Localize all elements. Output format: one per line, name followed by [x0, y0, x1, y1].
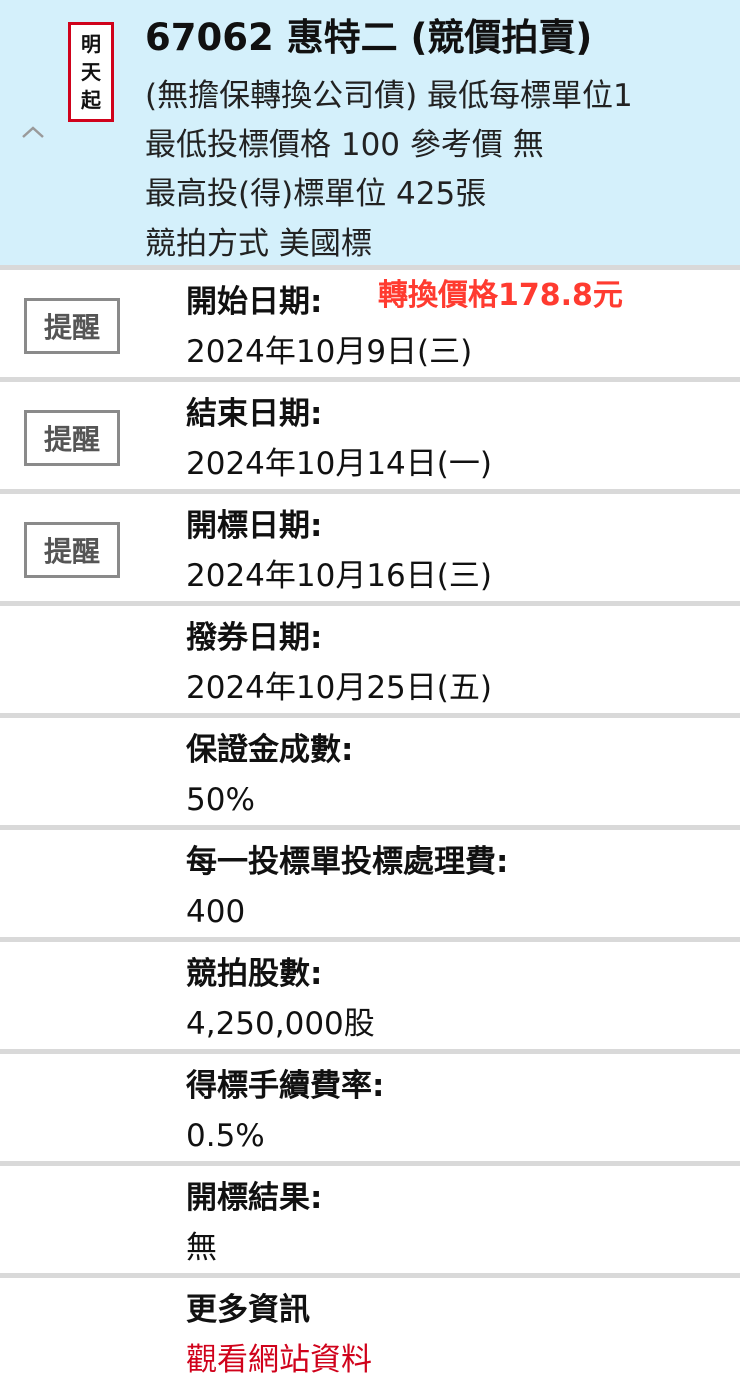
tomorrow-start-stamp: 明 天 起	[68, 22, 114, 122]
row-value: 2024年10月16日(三)	[186, 558, 492, 594]
row-value: 4,250,000股	[186, 1006, 375, 1042]
row-share-count: 競拍股數: 4,250,000股	[0, 942, 740, 1054]
stamp-char: 明	[81, 32, 101, 56]
row-label: 保證金成數:	[186, 732, 354, 768]
row-value: 2024年10月9日(三)	[186, 334, 473, 370]
stamp-char: 天	[81, 60, 101, 84]
row-label: 開標結果:	[186, 1180, 323, 1216]
row-label: 得標手續費率:	[186, 1068, 385, 1104]
auction-detail-page: 明 天 起 67062 惠特二 (競價拍賣) (無擔保轉換公司債) 最低每標單位…	[0, 0, 740, 1376]
conversion-price-annotation: 轉換價格178.8元	[378, 278, 623, 313]
row-label: 競拍股數:	[186, 956, 323, 992]
bond-type-line: (無擔保轉換公司債) 最低每標單位1	[145, 78, 633, 114]
row-margin-ratio: 保證金成數: 50%	[0, 718, 740, 830]
row-processing-fee: 每一投標單投標處理費: 400	[0, 830, 740, 942]
row-start-date: 提醒 開始日期: 2024年10月9日(三)	[0, 270, 740, 382]
chevron-up-icon[interactable]	[20, 124, 46, 140]
row-label: 開始日期:	[186, 284, 323, 320]
row-label: 撥券日期:	[186, 620, 323, 656]
row-value: 0.5%	[186, 1118, 265, 1154]
row-value: 50%	[186, 782, 255, 818]
row-value: 無	[186, 1230, 217, 1266]
remind-open-button[interactable]: 提醒	[24, 522, 120, 578]
row-label: 每一投標單投標處理費:	[186, 844, 509, 880]
row-label: 結束日期:	[186, 396, 323, 432]
min-bid-price-line: 最低投標價格 100 參考價 無	[145, 127, 544, 163]
auction-method-line: 競拍方式 美國標	[145, 226, 372, 262]
row-winning-fee-rate: 得標手續費率: 0.5%	[0, 1054, 740, 1166]
row-value: 400	[186, 894, 246, 930]
row-open-date: 提醒 開標日期: 2024年10月16日(三)	[0, 494, 740, 606]
max-bid-unit-line: 最高投(得)標單位 425張	[145, 176, 487, 212]
row-end-date: 提醒 結束日期: 2024年10月14日(一)	[0, 382, 740, 494]
row-label: 開標日期:	[186, 508, 323, 544]
remind-end-button[interactable]: 提醒	[24, 410, 120, 466]
view-website-link[interactable]: 觀看網站資料	[186, 1338, 372, 1376]
row-issue-date: 撥券日期: 2024年10月25日(五)	[0, 606, 740, 718]
row-value: 2024年10月14日(一)	[186, 446, 492, 482]
row-open-result: 開標結果: 無	[0, 1166, 740, 1278]
row-more-info: 更多資訊 觀看網站資料	[0, 1278, 740, 1376]
row-value: 2024年10月25日(五)	[186, 670, 492, 706]
auction-title: 67062 惠特二 (競價拍賣)	[145, 16, 593, 59]
row-label: 更多資訊	[186, 1292, 310, 1328]
remind-start-button[interactable]: 提醒	[24, 298, 120, 354]
auction-header[interactable]: 明 天 起 67062 惠特二 (競價拍賣) (無擔保轉換公司債) 最低每標單位…	[0, 0, 740, 270]
stamp-char: 起	[81, 88, 101, 112]
